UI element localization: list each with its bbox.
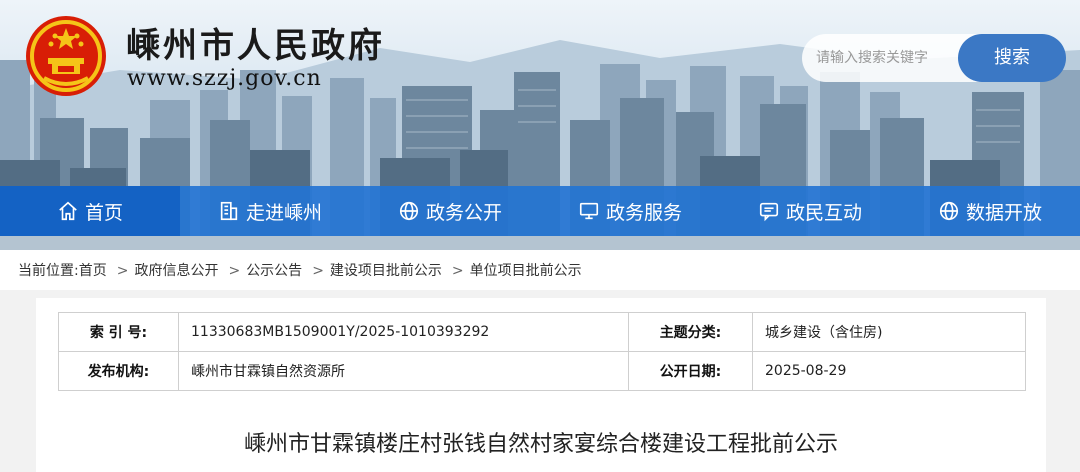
globe-icon	[939, 201, 959, 221]
breadcrumb-item-home[interactable]: 首页	[79, 263, 107, 279]
page: 嵊州市人民政府 www.szzj.gov.cn 搜索 首页 走进嵊州 政务公开	[0, 0, 1080, 472]
nav-item-home[interactable]: 首页	[0, 186, 180, 236]
globe-icon	[399, 201, 419, 221]
nav-item-gov-info[interactable]: 政务公开	[360, 186, 540, 236]
breadcrumb-separator: >	[451, 263, 464, 279]
breadcrumb-separator: >	[228, 263, 241, 279]
search-button[interactable]: 搜索	[958, 34, 1066, 82]
index-value: 11330683MB1509001Y/2025-1010393292	[178, 312, 629, 352]
nav-item-about[interactable]: 走进嵊州	[180, 186, 360, 236]
nav-item-interaction[interactable]: 政民互动	[720, 186, 900, 236]
nav-item-open-data[interactable]: 数据开放	[900, 186, 1080, 236]
nav-item-label: 走进嵊州	[245, 201, 322, 224]
building-icon	[220, 201, 238, 221]
publisher-label: 发布机构:	[58, 351, 179, 391]
document-meta-table: 索 引 号: 11330683MB1509001Y/2025-101039329…	[58, 312, 1026, 391]
breadcrumb-bar: 当前位置:首页 > 政府信息公开 > 公示公告 > 建设项目批前公示 > 单位项目批前公示	[0, 250, 1080, 290]
date-value: 2025-08-29	[752, 351, 1026, 391]
breadcrumb: 当前位置:首页 > 政府信息公开 > 公示公告 > 建设项目批前公示 > 单位项目批前公示	[18, 260, 586, 280]
main-nav: 首页 走进嵊州 政务公开 政务服务 政民互动 数据开放	[0, 186, 1080, 236]
site-title[interactable]: 嵊州市人民政府	[126, 18, 385, 67]
monitor-icon	[579, 202, 599, 220]
publisher-value: 嵊州市甘霖镇自然资源所	[178, 351, 629, 391]
chat-icon	[759, 202, 779, 222]
document-card: 索 引 号: 11330683MB1509001Y/2025-101039329…	[36, 298, 1046, 472]
nav-item-label: 政务服务	[605, 201, 682, 224]
breadcrumb-item-unit-notices[interactable]: 单位项目批前公示	[470, 263, 582, 279]
breadcrumb-item-gov-info[interactable]: 政府信息公开	[134, 263, 218, 279]
meta-row: 发布机构: 嵊州市甘霖镇自然资源所 公开日期: 2025-08-29	[58, 351, 1026, 391]
nav-underlay	[0, 236, 1080, 250]
date-label: 公开日期:	[628, 351, 753, 391]
nav-item-label: 首页	[84, 201, 123, 224]
nav-item-label: 政务公开	[425, 201, 502, 224]
nav-item-label: 政民互动	[785, 201, 862, 224]
topic-label: 主题分类:	[628, 312, 753, 352]
content-area: 索 引 号: 11330683MB1509001Y/2025-101039329…	[0, 290, 1080, 472]
document-title: 嵊州市甘霖镇楼庄村张钱自然村家宴综合楼建设工程批前公示	[243, 432, 838, 457]
home-icon	[59, 201, 77, 221]
site-url[interactable]: www.szzj.gov.cn	[127, 66, 322, 91]
topic-value: 城乡建设（含住房)	[752, 312, 1026, 352]
search-bar: 搜索	[802, 34, 1066, 82]
national-emblem-icon	[26, 16, 106, 96]
breadcrumb-prefix: 当前位置:	[18, 263, 79, 279]
breadcrumb-separator: >	[116, 263, 129, 279]
nav-item-label: 数据开放	[965, 201, 1042, 224]
index-label: 索 引 号:	[58, 312, 179, 352]
breadcrumb-item-project-notices[interactable]: 建设项目批前公示	[330, 263, 442, 279]
nav-item-gov-service[interactable]: 政务服务	[540, 186, 720, 236]
meta-row: 索 引 号: 11330683MB1509001Y/2025-101039329…	[58, 312, 1026, 352]
breadcrumb-separator: >	[312, 263, 324, 279]
breadcrumb-item-notices[interactable]: 公示公告	[246, 263, 302, 279]
